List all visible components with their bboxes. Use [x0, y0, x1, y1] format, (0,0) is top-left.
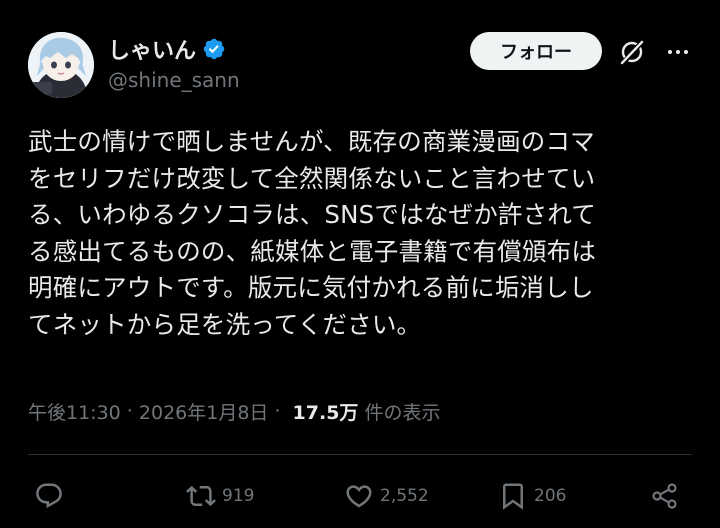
reply-button[interactable]: [34, 474, 70, 518]
view-count-label: 件の表示: [364, 401, 441, 424]
display-name[interactable]: しゃいん: [108, 33, 196, 65]
follow-button[interactable]: フォロー: [470, 32, 602, 70]
share-icon: [652, 483, 677, 509]
action-bar: 919 2,552 206: [28, 474, 692, 518]
bookmark-icon: [503, 483, 523, 510]
more-icon[interactable]: [664, 38, 692, 66]
like-button[interactable]: 2,552: [344, 474, 429, 518]
avatar[interactable]: [28, 32, 94, 98]
verified-badge-icon: [203, 38, 225, 60]
heart-icon: [346, 485, 372, 508]
reply-icon: [36, 483, 62, 509]
tweet-time[interactable]: 午後11:30: [28, 398, 121, 425]
author-name-row: しゃいん: [108, 34, 240, 64]
tweet-text-line: てネットから足を洗ってください。: [28, 309, 422, 339]
handle[interactable]: @shine_sann: [108, 68, 240, 92]
tweet-text-line: をセリフだけ改変して全然関係ないこと言わせてい: [28, 163, 596, 193]
tweet-date[interactable]: 2026年1月8日: [139, 398, 269, 425]
tweet-header: しゃいん @shine_sann フォロー: [28, 30, 692, 102]
meta-separator: ·: [268, 400, 287, 422]
tweet-text: 武士の情けで晒しませんが、既存の商業漫画のコマ をセリフだけ改変して全然関係ない…: [28, 124, 692, 343]
share-button[interactable]: [650, 474, 680, 518]
tweet-text-line: る、いわゆるクソコラは、SNSではなぜか許されて: [28, 200, 596, 229]
retweet-icon: [186, 485, 216, 507]
author-block: しゃいん @shine_sann: [108, 34, 240, 92]
meta-separator: ·: [120, 400, 139, 422]
retweet-count: 919: [222, 486, 255, 506]
like-count: 2,552: [380, 486, 429, 506]
divider: [28, 454, 692, 455]
retweet-button[interactable]: 919: [186, 474, 254, 518]
view-count[interactable]: 17.5万: [293, 398, 359, 425]
tweet-text-line: 明確にアウトです。版元に気付かれる前に垢消しし: [28, 273, 594, 302]
bookmark-button[interactable]: 206: [498, 474, 566, 518]
avatar-image: [28, 32, 94, 98]
tweet-meta: 午後11:30 · 2026年1月8日 · 17.5万 件の表示: [28, 396, 440, 426]
tweet-text-line: る感出てるものの、紙媒体と電子書籍で有償頒布は: [28, 236, 597, 266]
grok-icon[interactable]: [618, 38, 646, 66]
tweet-text-line: 武士の情けで晒しませんが、既存の商業漫画のコマ: [28, 127, 595, 156]
bookmark-count: 206: [534, 486, 567, 506]
